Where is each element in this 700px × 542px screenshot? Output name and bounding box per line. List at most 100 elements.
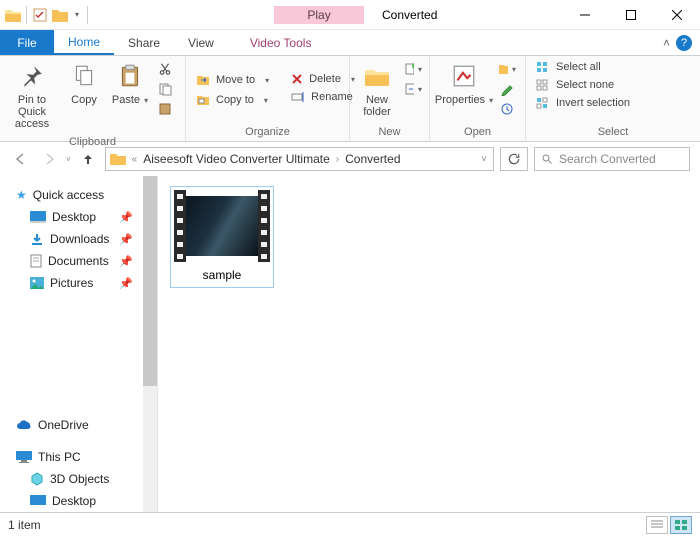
organize-group: Move to Copy to Delete Rename Organize [186,56,350,141]
forward-button[interactable] [38,148,60,170]
invert-selection-button[interactable]: Invert selection [532,96,634,110]
navigation-pane: ★ Quick access Desktop📌 Downloads📌 Docum… [0,176,158,512]
sidebar-item-onedrive[interactable]: OneDrive [14,414,153,436]
sidebar-item-documents[interactable]: Documents📌 [28,250,153,272]
thumbnails-view-button[interactable] [670,516,692,534]
3d-objects-icon [30,472,44,486]
pin-to-quick-access-button[interactable]: Pin to Quick access [6,60,58,130]
view-tab[interactable]: View [174,30,228,55]
new-folder-icon [361,60,393,92]
status-item-count: 1 item [8,518,41,532]
context-tab-header: Play [274,6,364,24]
onedrive-icon [16,420,32,430]
rename-icon [291,91,305,103]
file-tab[interactable]: File [0,30,54,55]
move-to-button[interactable]: Move to [192,72,273,88]
history-icon[interactable] [498,100,516,118]
organize-group-label: Organize [186,124,349,141]
main-area: ★ Quick access Desktop📌 Downloads📌 Docum… [0,176,700,512]
video-tools-tab[interactable]: Video Tools [240,30,322,55]
delete-icon [291,73,303,85]
select-none-icon [536,79,550,91]
select-all-icon [536,61,550,73]
open-group-label: Open [430,124,525,141]
cut-icon[interactable] [156,60,174,78]
context-tab-play: Play [274,6,364,24]
sidebar-item-3d-objects[interactable]: 3D Objects [28,468,153,490]
properties-icon [448,60,480,92]
new-group: New folder New [350,56,430,141]
copy-to-icon [196,93,210,107]
select-group-label: Select [526,124,700,141]
easy-access-icon[interactable] [404,80,422,98]
scrollbar-thumb[interactable] [143,176,157,386]
folder-icon[interactable] [4,7,22,23]
new-item-icon[interactable] [404,60,422,78]
back-button[interactable] [10,148,32,170]
title-bar: ▾ Play Converted [0,0,700,30]
close-button[interactable] [654,0,700,30]
up-button[interactable] [77,148,99,170]
sidebar-item-desktop-2[interactable]: Desktop [28,490,153,512]
this-pc-icon [16,451,32,463]
breadcrumb-1[interactable]: Aiseesoft Video Converter Ultimate [143,152,330,166]
folder-icon [110,152,126,166]
address-bar-row: ˅ « Aiseesoft Video Converter Ultimate ›… [0,142,700,176]
pictures-icon [30,277,44,289]
documents-icon [30,254,42,268]
select-all-button[interactable]: Select all [532,60,634,74]
pin-icon [16,60,48,92]
search-icon [541,153,553,165]
recent-locations-icon[interactable]: ˅ [66,155,71,164]
ribbon-tabs: File Home Share View Video Tools ˄ ? [0,30,700,56]
file-item-sample[interactable]: sample [170,186,274,288]
downloads-icon [30,232,44,246]
help-icon[interactable]: ? [676,35,692,51]
new-folder-button[interactable]: New folder [356,60,398,118]
status-bar: 1 item [0,512,700,536]
paste-icon [114,60,146,92]
delete-button[interactable]: Delete [287,72,359,86]
qat-new-folder-icon[interactable] [51,7,69,23]
copy-path-icon[interactable] [156,80,174,98]
qat-dropdown-icon[interactable]: ▾ [71,10,83,19]
maximize-button[interactable] [608,0,654,30]
minimize-button[interactable] [562,0,608,30]
desktop-icon [30,211,46,223]
file-list[interactable]: sample [158,176,700,512]
breadcrumb-2[interactable]: Converted [345,152,400,166]
select-none-button[interactable]: Select none [532,78,634,92]
chevron-right-icon[interactable]: › [334,154,341,165]
sidebar-item-downloads[interactable]: Downloads📌 [28,228,153,250]
share-tab[interactable]: Share [114,30,174,55]
open-icon[interactable] [498,60,516,78]
video-thumbnail [174,190,270,262]
new-group-label: New [350,124,429,141]
refresh-button[interactable] [500,147,528,171]
search-box[interactable]: Search Converted [534,147,690,171]
search-placeholder: Search Converted [559,152,656,166]
copy-icon [68,60,100,92]
home-tab[interactable]: Home [54,30,114,55]
sidebar-item-pictures[interactable]: Pictures📌 [28,272,153,294]
qat-properties-icon[interactable] [31,7,49,23]
sidebar-item-desktop[interactable]: Desktop📌 [28,206,153,228]
details-view-button[interactable] [646,516,668,534]
address-dropdown-icon[interactable]: ˅ [479,154,489,165]
copy-button[interactable]: Copy [64,60,104,106]
quick-access-item[interactable]: ★ Quick access [14,184,153,206]
move-to-icon [196,73,210,87]
properties-button[interactable]: Properties [436,60,492,106]
edit-icon[interactable] [498,80,516,98]
star-icon: ★ [16,188,27,202]
paste-button[interactable]: Paste [110,60,150,106]
quick-access-toolbar: ▾ [0,6,94,24]
window-title: Converted [382,8,437,22]
collapse-ribbon-icon[interactable]: ˄ [663,36,670,50]
address-bar[interactable]: « Aiseesoft Video Converter Ultimate › C… [105,147,494,171]
desktop-icon [30,495,46,507]
paste-shortcut-icon[interactable] [156,100,174,118]
sidebar-item-this-pc[interactable]: This PC [14,446,153,468]
rename-button[interactable]: Rename [287,90,359,104]
copy-to-button[interactable]: Copy to [192,92,273,108]
